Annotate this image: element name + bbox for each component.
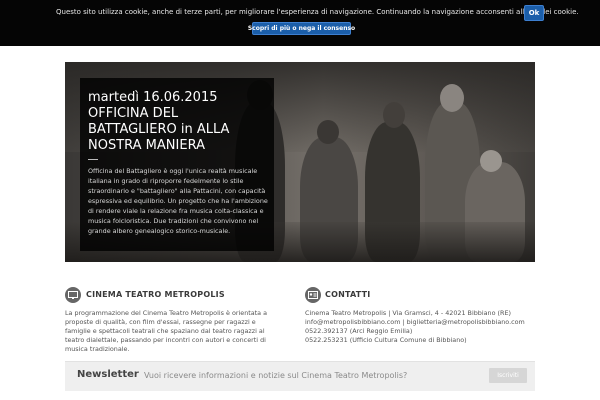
contatti-section-title: CONTATTI	[325, 290, 371, 299]
musician-head	[440, 84, 464, 112]
musician-head	[383, 102, 405, 128]
event-description: Officina del Battagliero è oggi l'unica …	[88, 167, 268, 235]
event-title[interactable]: martedì 16.06.2015 OFFICINA DEL BATTAGLI…	[88, 90, 268, 154]
contact-card-icon	[305, 287, 321, 303]
musician-head	[317, 120, 339, 144]
screen-icon	[65, 287, 81, 303]
cinema-section-text: La programmazione del Cinema Teatro Metr…	[65, 309, 268, 353]
cookie-more-button[interactable]: Scopri di più o nega il consenso	[248, 22, 355, 35]
contatti-line: 0522.253231 (Ufficio Cultura Comune di B…	[305, 336, 467, 344]
newsletter-subscribe-button[interactable]: Iscriviti	[489, 368, 527, 383]
newsletter-prompt: Vuoi ricevere informazioni e notizie sul…	[144, 371, 408, 380]
cinema-section-title: CINEMA TEATRO METROPOLIS	[86, 290, 225, 299]
contatti-line: 0522.392137 (Arci Reggio Emilia)	[305, 327, 413, 335]
contatti-line[interactable]: info@metropolisbibbiano.com | biglietter…	[305, 318, 525, 327]
newsletter-title: Newsletter	[77, 369, 139, 380]
cookie-notice-text: Questo sito utilizza cookie, anche di te…	[56, 8, 579, 16]
cookie-ok-button[interactable]: Ok	[524, 5, 544, 21]
musician-head	[480, 150, 502, 172]
caption-divider	[88, 159, 98, 160]
contatti-line: Cinema Teatro Metropolis | Via Gramsci, …	[305, 309, 511, 317]
